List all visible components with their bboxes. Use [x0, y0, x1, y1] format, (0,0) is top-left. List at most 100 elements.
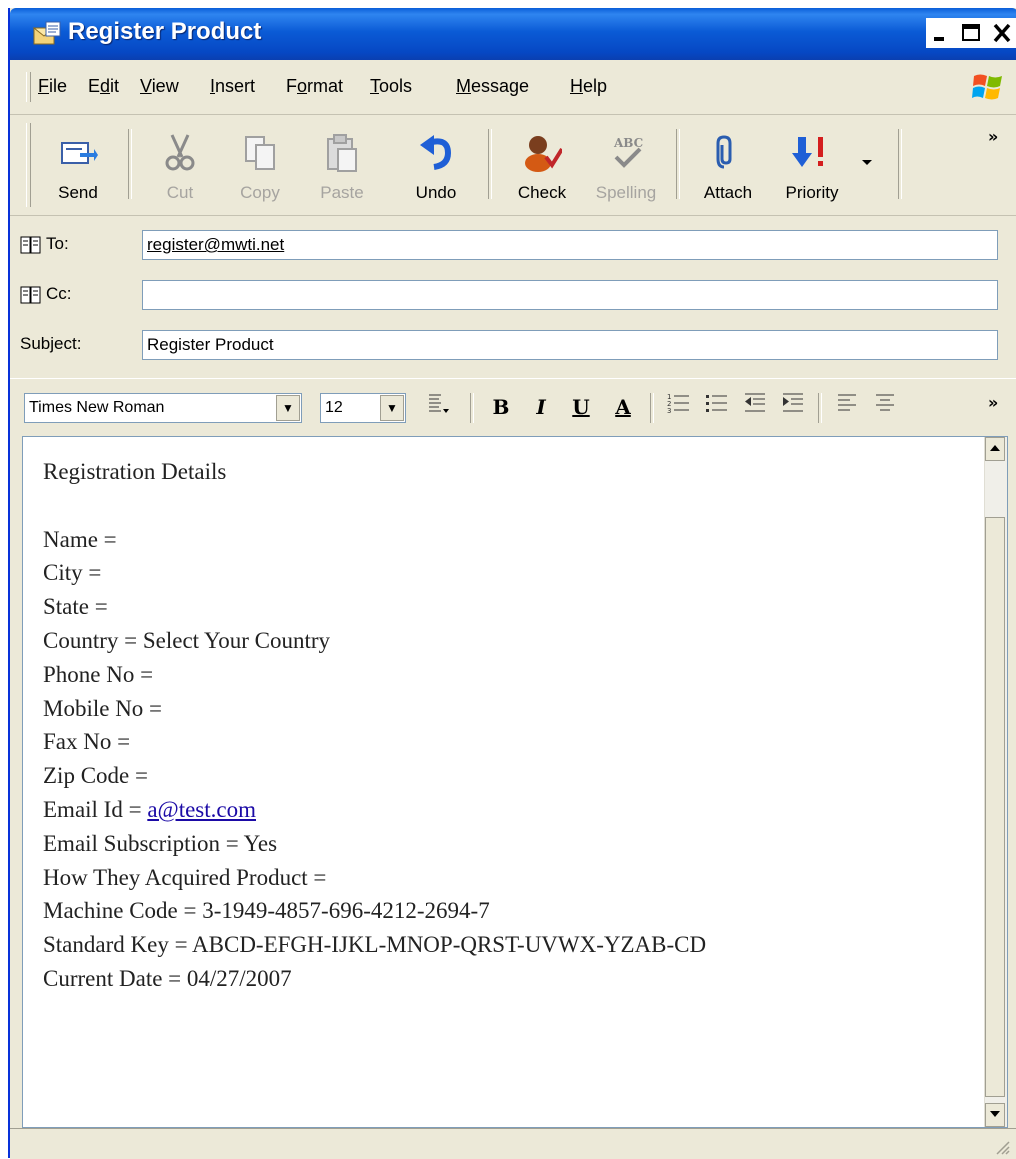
menu-bar: File Edit View Insert Format Tools Messa… — [10, 60, 1016, 115]
check-names-button[interactable]: Check — [506, 123, 578, 207]
paragraph-style-button[interactable] — [424, 391, 454, 423]
body-line: State = — [43, 594, 108, 620]
paste-label: Paste — [320, 183, 364, 202]
menu-help[interactable]: Help — [570, 76, 607, 97]
email-link[interactable]: a@test.com — [147, 797, 256, 822]
priority-icon — [792, 137, 823, 167]
minimize-button[interactable] — [926, 18, 956, 48]
toolbar-grip[interactable] — [26, 123, 31, 207]
body-line: City = — [43, 560, 102, 586]
menu-view[interactable]: View — [140, 76, 179, 97]
scroll-up-button[interactable] — [985, 437, 1005, 461]
italic-button[interactable]: I — [526, 391, 556, 423]
vertical-scrollbar[interactable] — [984, 437, 1007, 1127]
toolbar-more-button[interactable]: » — [988, 127, 998, 146]
copy-label: Copy — [240, 183, 280, 202]
underline-button[interactable]: U — [566, 391, 596, 423]
scroll-thumb[interactable] — [985, 517, 1005, 1097]
toolbar-separator — [488, 129, 492, 199]
main-toolbar: Send Cut Copy Paste Undo Check ABC Spell… — [10, 115, 1016, 216]
spelling-label: Spelling — [595, 183, 657, 202]
cc-label[interactable]: Cc: — [20, 284, 72, 305]
body-line: Phone No = — [43, 661, 154, 687]
menu-file[interactable]: File — [38, 76, 67, 97]
menu-tools[interactable]: Tools — [370, 76, 412, 97]
cut-label: Cut — [166, 183, 194, 202]
numbered-list-icon: 1 2 3 — [667, 393, 689, 415]
status-bar — [10, 1128, 1016, 1159]
message-headers: To: register@mwti.net Cc: Subject: Regis… — [10, 216, 1016, 366]
to-recipient[interactable]: register@mwti.net — [147, 235, 284, 254]
font-name-value: Times New Roman — [29, 399, 165, 416]
subject-field[interactable]: Register Product — [142, 330, 998, 360]
title-bar[interactable]: Register Product — [10, 8, 1016, 60]
body-heading: Registration Details — [43, 459, 227, 484]
minimize-icon — [934, 37, 944, 41]
priority-button[interactable]: Priority — [776, 123, 848, 207]
svg-text:3: 3 — [667, 407, 671, 415]
body-line: Mobile No = — [43, 695, 163, 721]
subject-label: Subject: — [20, 334, 82, 353]
scroll-down-button[interactable] — [985, 1103, 1005, 1127]
to-label[interactable]: To: — [20, 234, 69, 255]
body-line: Zip Code = — [43, 763, 148, 789]
undo-button[interactable]: Undo — [400, 123, 472, 207]
format-separator — [650, 393, 654, 423]
toolbar-separator — [676, 129, 680, 199]
check-label: Check — [517, 183, 567, 202]
cut-button[interactable]: Cut — [144, 123, 216, 207]
align-left-button[interactable] — [832, 391, 862, 423]
bullet-list-button[interactable] — [702, 391, 732, 423]
bullet-list-icon — [706, 395, 727, 412]
send-icon — [61, 142, 98, 164]
font-size-select[interactable]: 12 ▼ — [320, 393, 406, 423]
font-name-select[interactable]: Times New Roman ▼ — [24, 393, 302, 423]
message-body[interactable]: Registration Details Name = City = State… — [22, 436, 1008, 1128]
chevron-down-icon[interactable]: ▼ — [276, 395, 300, 421]
chevron-down-icon[interactable]: ▼ — [380, 395, 404, 421]
to-field[interactable]: register@mwti.net — [142, 230, 998, 260]
resize-grip-icon[interactable] — [994, 1139, 1010, 1155]
menu-format[interactable]: Format — [286, 76, 343, 97]
paperclip-icon — [716, 135, 732, 169]
chevron-down-icon — [862, 160, 872, 165]
menu-edit[interactable]: Edit — [88, 76, 119, 97]
format-more-button[interactable]: » — [988, 393, 998, 412]
windows-logo-icon — [972, 74, 1002, 100]
attach-button[interactable]: Attach — [692, 123, 764, 207]
menu-insert[interactable]: Insert — [210, 76, 255, 97]
body-line: Country = Select Your Country — [43, 627, 331, 653]
decrease-indent-icon — [745, 393, 765, 412]
body-line: Machine Code = 3-1949-4857-696-4212-2694… — [43, 898, 490, 924]
cc-field[interactable] — [142, 280, 998, 310]
arrow-up-icon — [990, 445, 1000, 451]
address-book-icon — [20, 236, 41, 254]
toolbar-separator — [128, 129, 132, 199]
increase-indent-button[interactable] — [778, 391, 808, 423]
format-toolbar: Times New Roman ▼ 12 ▼ B I U A 1 2 3 » — [10, 378, 1016, 435]
align-center-button[interactable] — [870, 391, 900, 423]
spelling-button[interactable]: ABC Spelling — [590, 123, 662, 207]
increase-indent-icon — [783, 393, 803, 412]
compose-window: Register Product File Edit View Insert F… — [8, 8, 1016, 1159]
maximize-button[interactable] — [956, 18, 986, 48]
copy-icon — [245, 136, 275, 170]
numbered-list-button[interactable]: 1 2 3 — [664, 391, 694, 423]
close-button[interactable] — [986, 18, 1016, 48]
paragraph-style-icon — [429, 394, 449, 413]
font-size-value: 12 — [325, 399, 343, 416]
undo-label: Undo — [415, 183, 457, 202]
decrease-indent-button[interactable] — [740, 391, 770, 423]
email-line: Email Id = a@test.com — [43, 796, 256, 822]
bold-button[interactable]: B — [486, 391, 516, 423]
paste-button[interactable]: Paste — [306, 123, 378, 207]
send-button[interactable]: Send — [42, 123, 114, 207]
message-body-text[interactable]: Registration Details Name = City = State… — [43, 455, 706, 996]
menu-message[interactable]: Message — [456, 76, 529, 97]
font-color-button[interactable]: A — [606, 391, 640, 423]
send-label: Send — [58, 183, 98, 202]
menu-grip[interactable] — [26, 72, 31, 102]
copy-button[interactable]: Copy — [224, 123, 296, 207]
priority-dropdown[interactable] — [862, 155, 872, 171]
body-line: Fax No = — [43, 729, 131, 755]
